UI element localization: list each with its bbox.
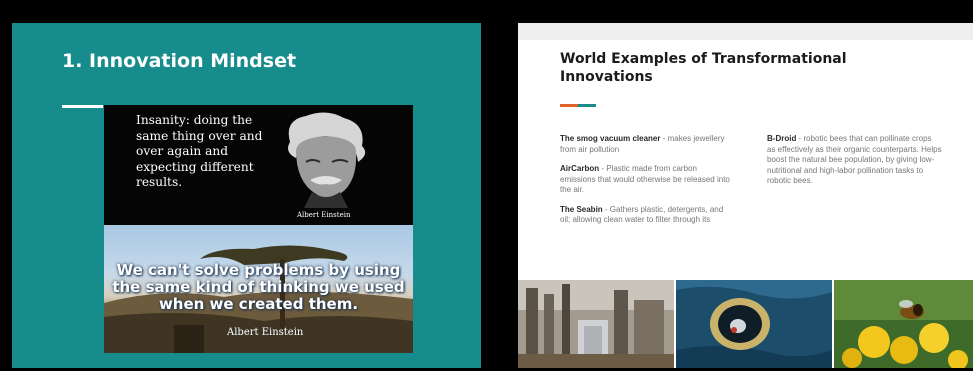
quote-text: Insanity: doing the same thing over and … [136, 113, 263, 189]
quote-text: We can't solve problems by using the sam… [112, 261, 405, 313]
slide-world-examples[interactable]: World Examples of Transformational Innov… [518, 23, 973, 368]
smog-vacuum-tower-photo [518, 280, 674, 368]
quote-author: Albert Einstein [297, 211, 351, 219]
einstein-thinking-quote-image: We can't solve problems by using the sam… [104, 225, 413, 353]
example-seabin: The Seabin - Gathers plastic, detergents… [560, 205, 732, 226]
example-b-droid: B-Droid - robotic bees that can pollinat… [767, 134, 942, 187]
bee-pollinating-flower-photo [834, 280, 973, 368]
example-name: AirCarbon [560, 164, 600, 173]
accent-bar-teal [578, 104, 596, 107]
slide-title: World Examples of Transformational Innov… [560, 51, 847, 85]
examples-left-column: The smog vacuum cleaner - makes jeweller… [560, 134, 732, 235]
example-aircarbon: AirCarbon - Plastic made from carbon emi… [560, 164, 732, 196]
einstein-insanity-quote-image: Insanity: doing the same thing over and … [104, 105, 413, 225]
accent-bar-orange [560, 104, 578, 107]
header-band [518, 23, 973, 40]
title-underline [62, 105, 103, 108]
slide-innovation-mindset[interactable]: 1. Innovation Mindset Insanity: doing th… [12, 23, 481, 368]
einstein-portrait-image [276, 110, 376, 208]
example-smog-vacuum: The smog vacuum cleaner - makes jeweller… [560, 134, 732, 155]
seabin-photo [676, 280, 832, 368]
slide-title: 1. Innovation Mindset [62, 50, 297, 72]
example-name: B-Droid [767, 134, 797, 143]
examples-right-column: B-Droid - robotic bees that can pollinat… [767, 134, 942, 196]
quote-author: Albert Einstein [227, 327, 304, 338]
example-name: The smog vacuum cleaner [560, 134, 661, 143]
example-name: The Seabin [560, 204, 603, 214]
